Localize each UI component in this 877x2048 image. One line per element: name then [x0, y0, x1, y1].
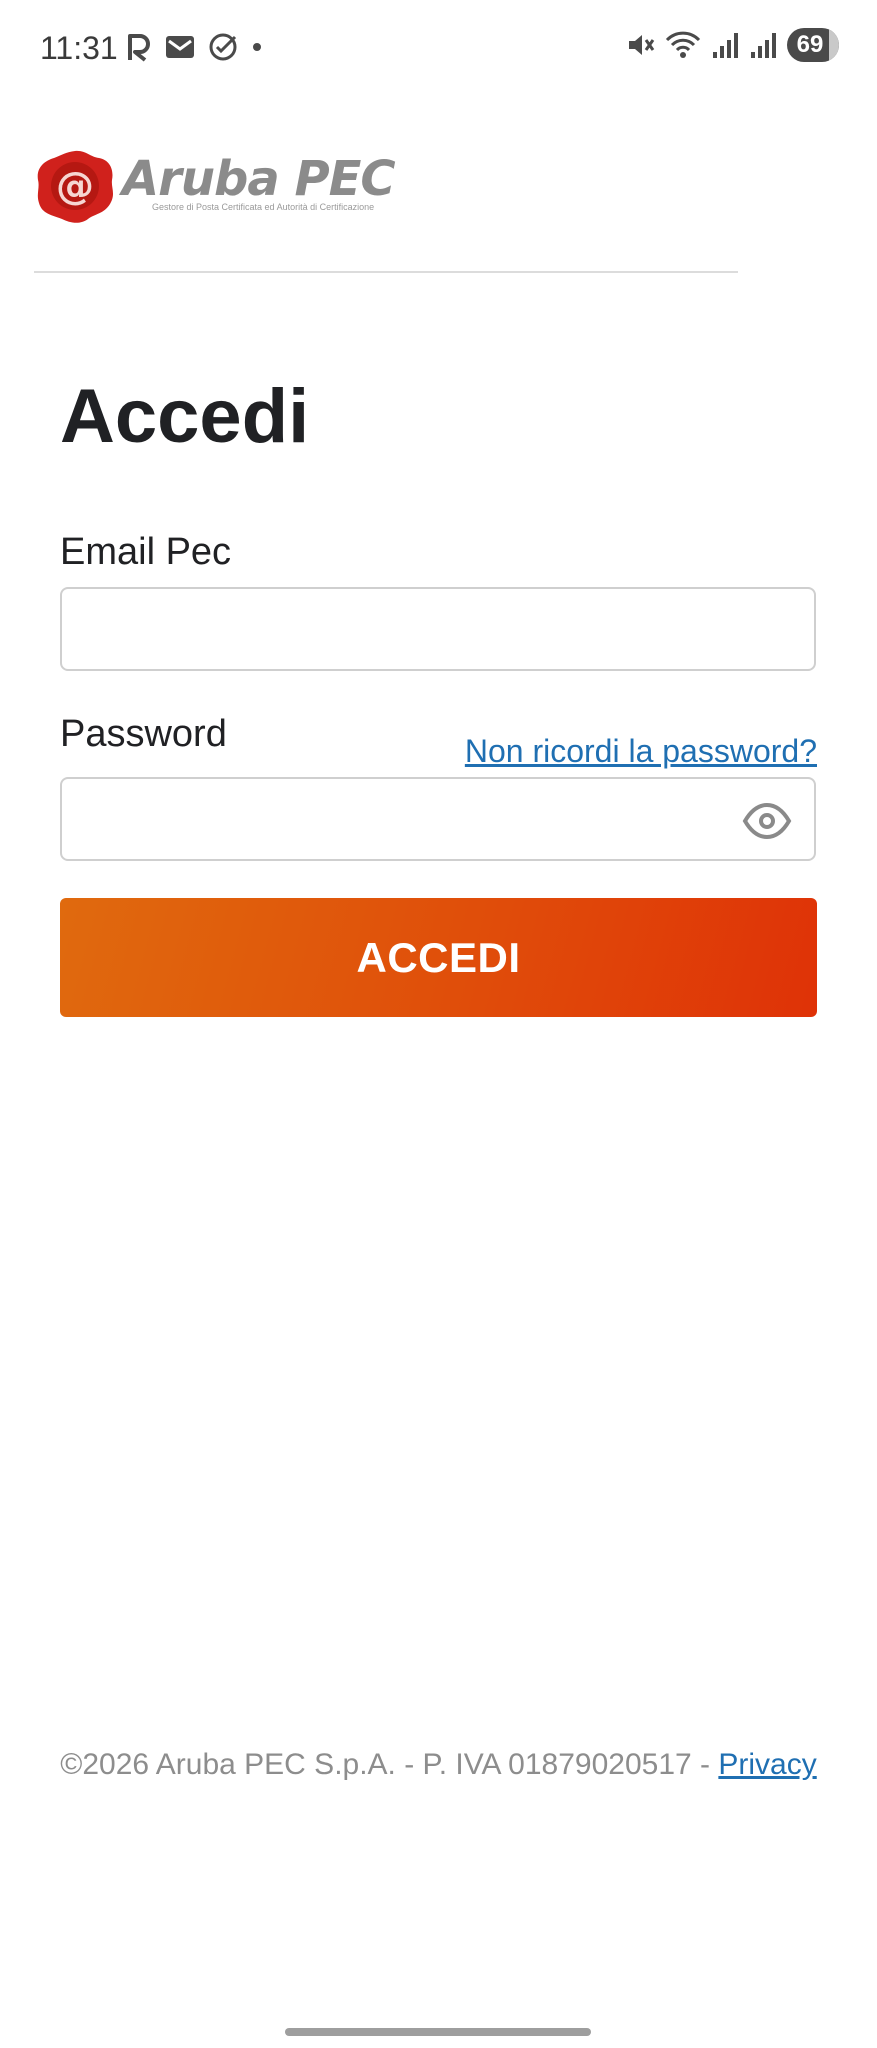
- header-divider: [34, 271, 738, 273]
- status-time: 11:31: [40, 30, 118, 66]
- show-password-eye-icon[interactable]: [742, 801, 792, 841]
- email-label: Email Pec: [60, 531, 232, 573]
- signal-icon: [751, 33, 776, 58]
- status-bar: 11:31 69: [0, 0, 877, 100]
- dot-icon: [253, 43, 261, 51]
- battery-level: 69: [796, 31, 824, 58]
- svg-text:@: @: [56, 164, 94, 208]
- aruba-pec-logo: @ Aruba PEC Gestore di Posta Certificata…: [34, 148, 396, 224]
- footer-copyright: ©2026 Aruba PEC S.p.A. - P. IVA 01879020…: [60, 1748, 719, 1781]
- login-submit-button[interactable]: ACCEDI: [60, 898, 817, 1017]
- mute-icon: [629, 35, 655, 55]
- mail-icon: [166, 36, 194, 58]
- battery-indicator: 69: [787, 28, 839, 62]
- system-icons: 69: [625, 28, 839, 62]
- wifi-icon: [665, 31, 701, 58]
- notification-icons: [126, 32, 264, 62]
- check-circle-icon: [209, 33, 237, 61]
- logo-name: Aruba PEC: [122, 151, 396, 207]
- r-app-icon: [128, 34, 150, 62]
- wax-seal-icon: @: [37, 150, 114, 223]
- email-field-container[interactable]: [60, 587, 816, 671]
- password-field[interactable]: [62, 779, 814, 859]
- signal-icon: [713, 33, 738, 58]
- password-label: Password: [60, 713, 227, 755]
- forgot-password-link[interactable]: Non ricordi la password?: [465, 733, 817, 770]
- password-field-container[interactable]: [60, 777, 816, 861]
- page-title: Accedi: [60, 374, 310, 459]
- logo-tagline: Gestore di Posta Certificata ed Autorità…: [152, 202, 375, 212]
- privacy-link[interactable]: Privacy: [718, 1748, 816, 1781]
- footer: ©2026 Aruba PEC S.p.A. - P. IVA 01879020…: [0, 1748, 877, 1782]
- email-field[interactable]: [62, 589, 814, 669]
- home-indicator[interactable]: [285, 2028, 591, 2036]
